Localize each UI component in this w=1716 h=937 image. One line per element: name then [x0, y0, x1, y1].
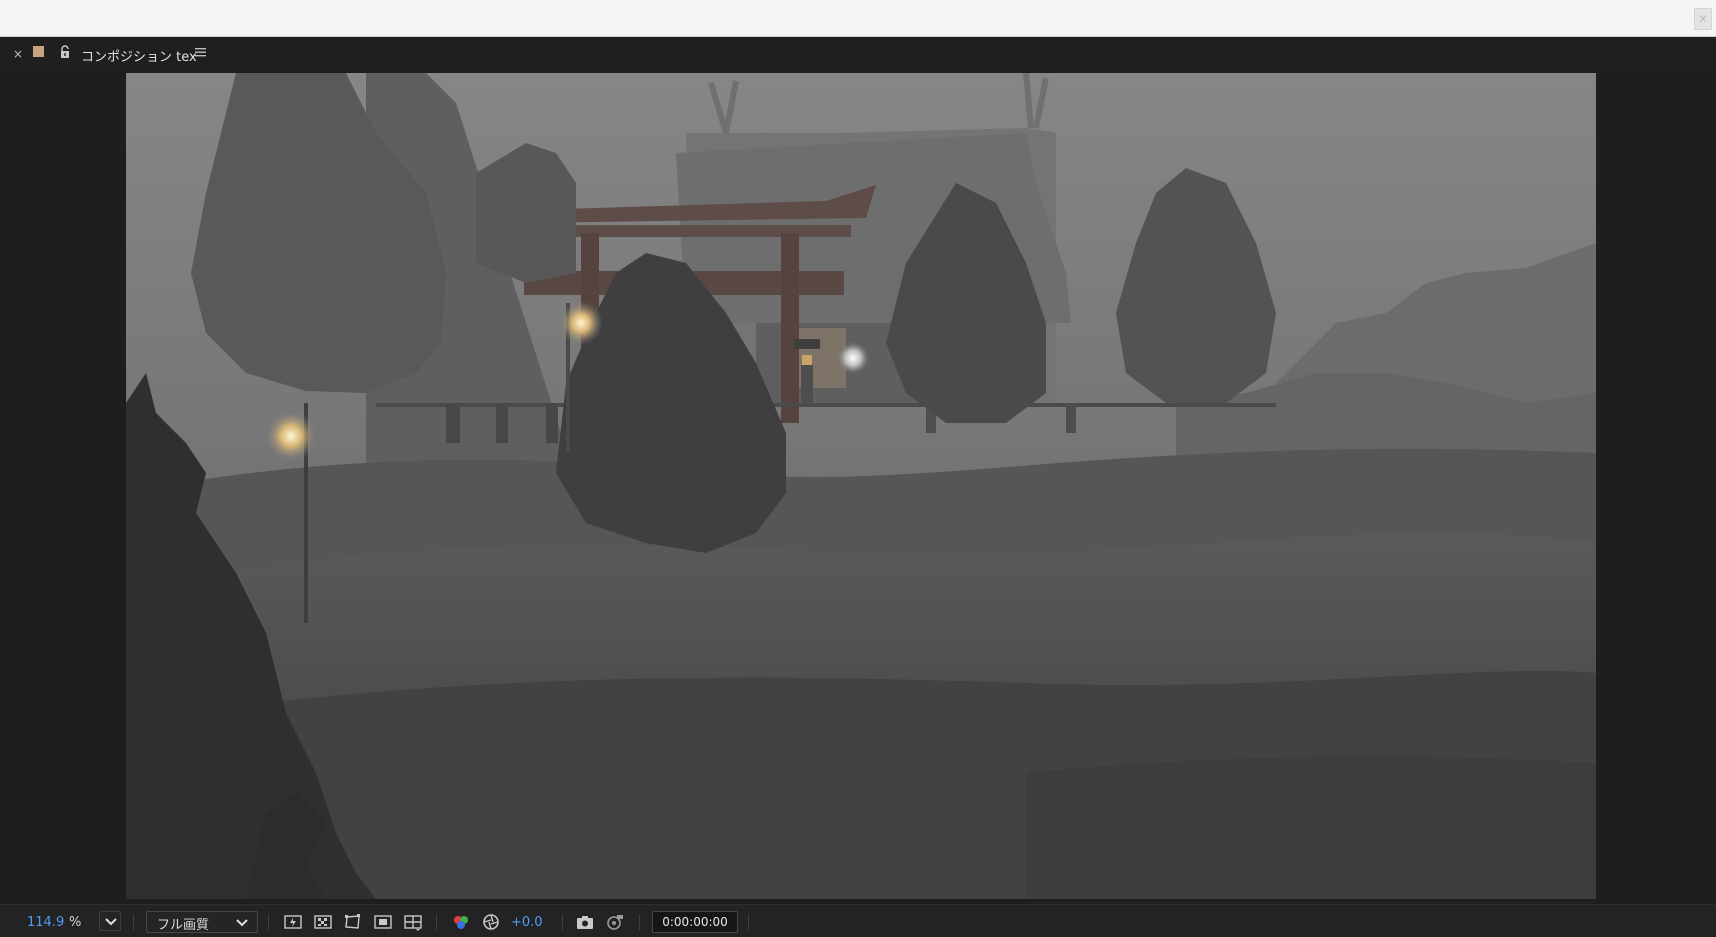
grid-guides-icon[interactable]: [404, 913, 422, 931]
resolution-dropdown[interactable]: フル画質: [146, 911, 258, 933]
transparency-grid-icon[interactable]: [314, 913, 332, 931]
label-color-swatch[interactable]: [33, 46, 44, 57]
current-time-display[interactable]: 0:00:00:00: [652, 911, 738, 933]
camera-icon[interactable]: [576, 913, 594, 931]
color-channels-icon[interactable]: [452, 913, 470, 931]
region-of-interest-icon[interactable]: [374, 913, 392, 931]
composition-viewer[interactable]: [0, 72, 1716, 904]
viewer-bottom-toolbar: 114.9 % フル画質 +0.0 0:00:00:00: [0, 904, 1716, 937]
divider: [133, 914, 134, 930]
divider: [748, 914, 749, 930]
exposure-value[interactable]: +0.0: [511, 915, 543, 930]
divider: [639, 914, 640, 930]
zoom-dropdown-button[interactable]: [99, 911, 121, 931]
mask-path-icon[interactable]: [344, 913, 362, 931]
zoom-unit: %: [69, 915, 82, 930]
window-close-icon[interactable]: ✕: [1694, 8, 1712, 30]
resolution-label: フル画質: [157, 918, 210, 933]
composition-panel-header: × コンポジション tex: [0, 38, 1716, 72]
zoom-value[interactable]: 114.9: [27, 915, 64, 930]
chevron-down-icon: [105, 918, 117, 926]
show-snapshot-icon[interactable]: [606, 913, 624, 931]
composition-frame[interactable]: [126, 73, 1596, 899]
composition-tab-title[interactable]: コンポジション tex: [81, 46, 197, 65]
divider: [436, 914, 437, 930]
window-top-strip: ✕: [0, 0, 1716, 37]
close-icon[interactable]: ×: [13, 47, 23, 61]
lock-icon[interactable]: [59, 45, 71, 59]
panel-menu-icon[interactable]: [195, 46, 206, 58]
reset-exposure-icon[interactable]: [482, 913, 500, 931]
divider: [562, 914, 563, 930]
chevron-down-icon: [236, 919, 248, 927]
scene-image: [126, 73, 1596, 899]
fast-preview-icon[interactable]: [284, 913, 302, 931]
divider: [268, 914, 269, 930]
